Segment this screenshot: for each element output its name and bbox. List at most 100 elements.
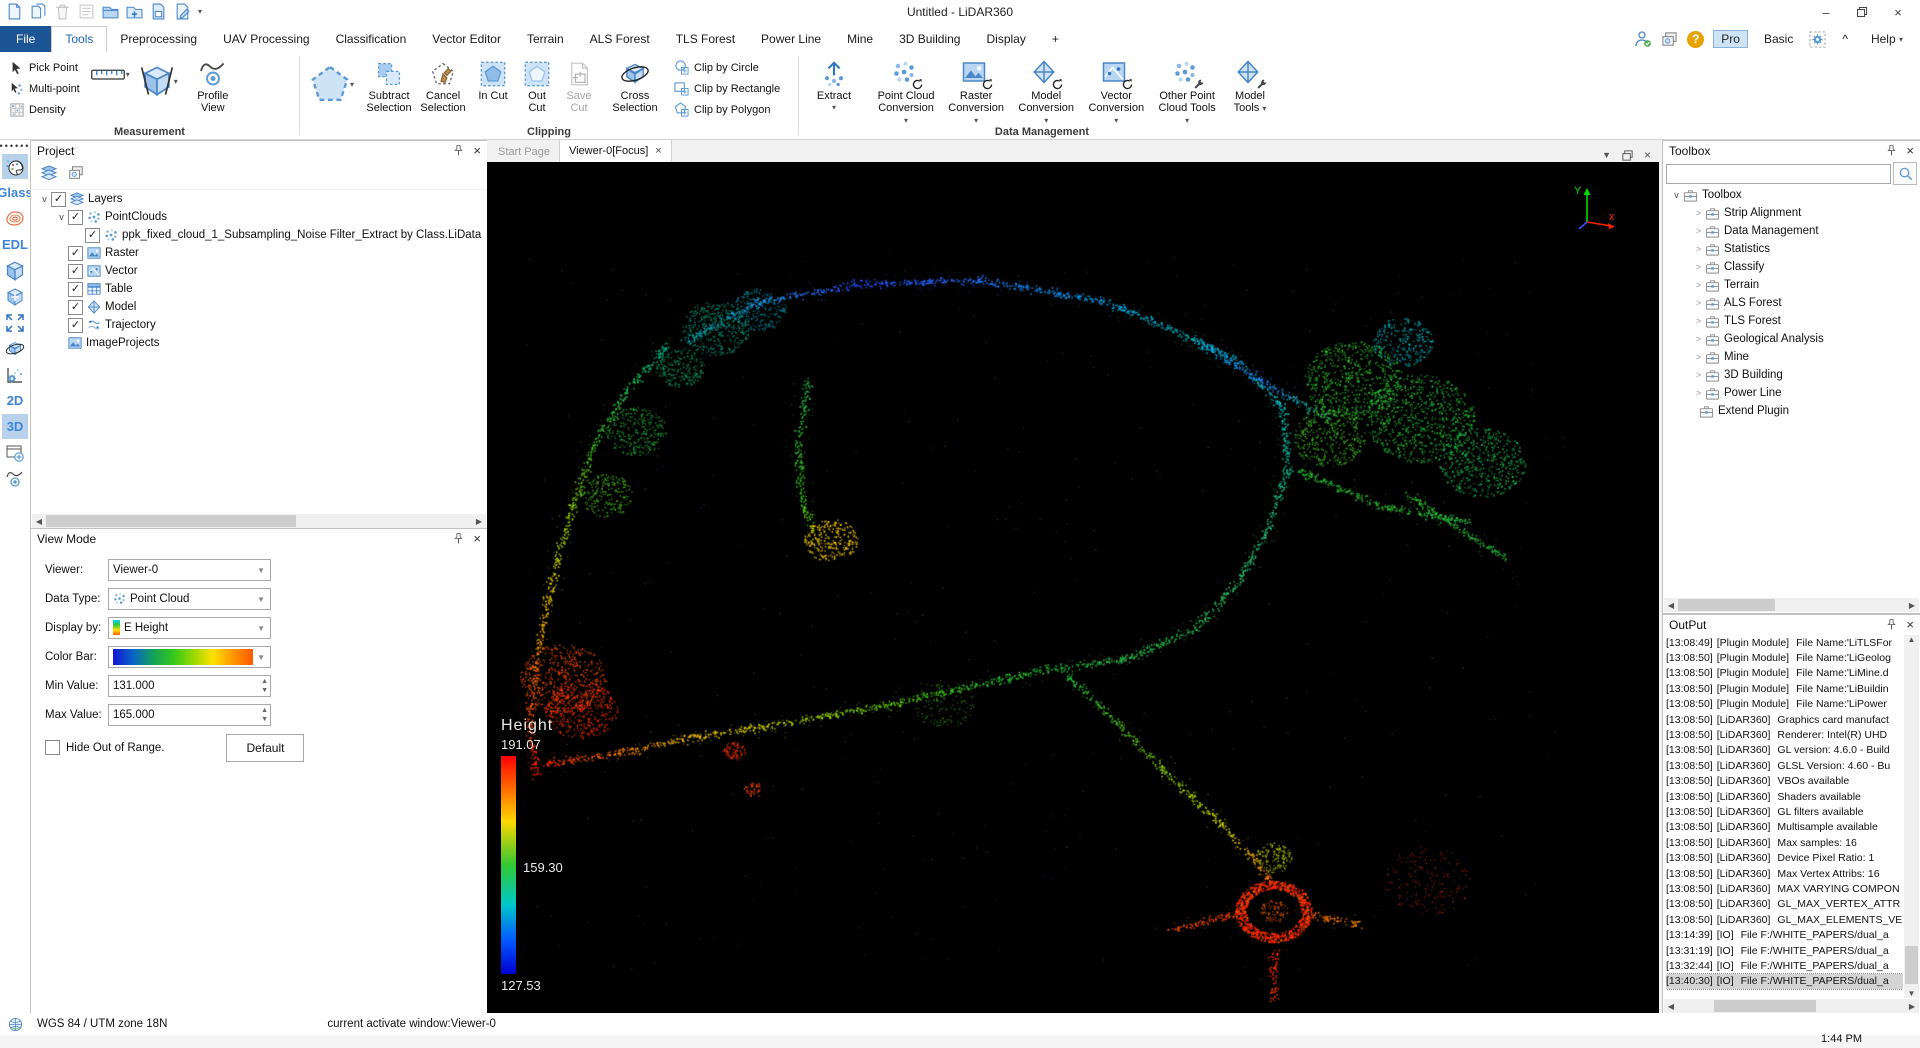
scroll-right-icon[interactable]: ▶ bbox=[472, 517, 486, 526]
profile-view-button[interactable]: ProfileView bbox=[186, 56, 240, 114]
visibility-checkbox[interactable]: ✓ bbox=[68, 264, 83, 279]
rail-drag-handle[interactable]: •••••• bbox=[0, 142, 30, 150]
user-account-icon[interactable] bbox=[1634, 30, 1652, 48]
other-point-cloud-tools-button[interactable]: Other Point​Cloud Tools ▾ bbox=[1151, 56, 1223, 127]
ribbon-tab-tools[interactable]: Tools bbox=[51, 26, 107, 52]
ribbon-tab-tls-forest[interactable]: TLS Forest bbox=[663, 27, 748, 52]
output-log-row[interactable]: [13:08:50][LiDAR360]MAX VARYING COMPON bbox=[1666, 881, 1903, 896]
viewer-select[interactable]: Viewer-0▼ bbox=[108, 559, 271, 581]
density-button[interactable]: Density bbox=[8, 101, 82, 118]
project-tree-row[interactable]: ✓ppk_fixed_cloud_1_Subsampling_Noise Fil… bbox=[32, 226, 486, 244]
about-icon[interactable]: ? bbox=[1687, 31, 1704, 48]
model-tools-button[interactable]: Model​Tools ▾ bbox=[1223, 56, 1277, 115]
output-log-row[interactable]: [13:08:50][LiDAR360]Multisample availabl… bbox=[1666, 820, 1903, 835]
float-window-icon[interactable] bbox=[1621, 149, 1634, 162]
clip-by-circle-button[interactable]: Clip by Circle bbox=[672, 59, 782, 76]
output-log-row[interactable]: [13:08:50][LiDAR360]GLSL Version: 4.60 -… bbox=[1666, 758, 1903, 773]
expander-icon[interactable]: > bbox=[1692, 262, 1705, 272]
ribbon-tab-terrain[interactable]: Terrain bbox=[514, 27, 577, 52]
max-value-input[interactable]: 165.000▲▼ bbox=[108, 704, 271, 726]
expander-icon[interactable]: > bbox=[1692, 298, 1705, 308]
subtract-selection-button[interactable]: SubtractSelection bbox=[362, 56, 416, 114]
expander-icon[interactable]: v bbox=[1670, 190, 1683, 200]
visibility-checkbox[interactable]: ✓ bbox=[68, 210, 83, 225]
output-horizontal-scrollbar[interactable]: ◀ ▶ bbox=[1664, 999, 1919, 1013]
toolbox-tree-row[interactable]: >ALS Forest bbox=[1664, 294, 1919, 312]
ribbon-tab-mine[interactable]: Mine bbox=[834, 27, 886, 52]
expander-icon[interactable]: > bbox=[1692, 388, 1705, 398]
visibility-checkbox[interactable]: ✓ bbox=[68, 300, 83, 315]
pro-mode-button[interactable]: Pro bbox=[1713, 30, 1748, 48]
color-bar-select[interactable]: ▼ bbox=[108, 646, 271, 668]
visibility-checkbox[interactable]: ✓ bbox=[68, 246, 83, 261]
scrollbar-thumb[interactable] bbox=[1678, 599, 1775, 611]
toolbox-tree-row[interactable]: Extend Plugin bbox=[1664, 402, 1919, 420]
expander-icon[interactable]: > bbox=[1692, 244, 1705, 254]
visibility-checkbox[interactable]: ✓ bbox=[68, 282, 83, 297]
add-folder-button[interactable] bbox=[126, 3, 143, 20]
ribbon-tab-power-line[interactable]: Power Line bbox=[748, 27, 834, 52]
output-log-row[interactable]: [13:08:50][Plugin Module]File Name:'LiBu… bbox=[1666, 681, 1903, 696]
rail-item-glass[interactable]: Glass bbox=[2, 180, 28, 205]
rail-item-points-gear[interactable] bbox=[2, 362, 28, 387]
expander-icon[interactable]: > bbox=[1692, 208, 1705, 218]
vector-conversion-button[interactable]: Vector​Conversion ▾ bbox=[1081, 56, 1151, 127]
save-file-button[interactable] bbox=[150, 3, 167, 20]
rail-item-rotate-cube[interactable] bbox=[2, 336, 28, 361]
expander-icon[interactable]: > bbox=[1692, 352, 1705, 362]
project-tree-row[interactable]: ✓Vector bbox=[32, 262, 486, 280]
toolbox-tree-row[interactable]: >Mine bbox=[1664, 348, 1919, 366]
license-manager-icon[interactable] bbox=[1661, 31, 1678, 48]
scroll-down-icon[interactable]: ▼ bbox=[1905, 989, 1919, 998]
output-log-row[interactable]: [13:08:50][Plugin Module]File Name:'LiGe… bbox=[1666, 650, 1903, 665]
ribbon-tab-als-forest[interactable]: ALS Forest bbox=[577, 27, 663, 52]
clip-by-polygon-button[interactable]: Clip by Polygon bbox=[672, 101, 782, 118]
output-log-row[interactable]: [13:08:50][LiDAR360]GL_MAX_VERTEX_ATTR bbox=[1666, 897, 1903, 912]
output-log-row[interactable]: [13:08:50][LiDAR360]GL_MAX_ELEMENTS_VE bbox=[1666, 912, 1903, 927]
output-log-row[interactable]: [13:40:30][IO]File F:/WHITE_PAPERS/dual_… bbox=[1666, 974, 1903, 989]
tab-list-icon[interactable]: ▼ bbox=[1602, 150, 1611, 160]
scrollbar-thumb[interactable] bbox=[46, 515, 296, 527]
ribbon-tab-file[interactable]: File bbox=[0, 26, 51, 52]
expander-icon[interactable]: v bbox=[38, 194, 51, 204]
ribbon-tab--[interactable]: + bbox=[1039, 27, 1072, 52]
help-menu[interactable]: Help ▾ bbox=[1864, 31, 1910, 47]
ribbon-tab-vector-editor[interactable]: Vector Editor bbox=[419, 27, 514, 52]
rail-item-profile-view[interactable] bbox=[2, 466, 28, 491]
close-button[interactable]: × bbox=[1880, 0, 1916, 24]
pin-icon[interactable] bbox=[452, 532, 465, 545]
output-log-row[interactable]: [13:08:50][Plugin Module]File Name:'LiMi… bbox=[1666, 666, 1903, 681]
point-cloud-canvas[interactable] bbox=[487, 162, 1659, 1013]
expander-icon[interactable]: > bbox=[1692, 316, 1705, 326]
close-tab-icon[interactable]: × bbox=[655, 145, 661, 157]
toolbox-tree-row[interactable]: >3D Building bbox=[1664, 366, 1919, 384]
customize-toolbar-icon[interactable]: ▾ bbox=[198, 7, 202, 16]
settings-icon[interactable] bbox=[1809, 31, 1826, 48]
close-icon[interactable]: × bbox=[1906, 143, 1914, 158]
ribbon-tab-classification[interactable]: Classification bbox=[323, 27, 420, 52]
edit-file-button[interactable] bbox=[174, 3, 191, 20]
search-button[interactable] bbox=[1893, 162, 1917, 185]
basic-mode-button[interactable]: Basic bbox=[1757, 31, 1800, 47]
toolbox-tree-row[interactable]: >Geological Analysis bbox=[1664, 330, 1919, 348]
raster-conversion-button[interactable]: Raster​Conversion ▾ bbox=[941, 56, 1011, 127]
output-log-row[interactable]: [13:08:50][LiDAR360]Device Pixel Ratio: … bbox=[1666, 850, 1903, 865]
toolbox-tree-row[interactable]: >Power Line bbox=[1664, 384, 1919, 402]
rail-item-3d[interactable]: 3D bbox=[2, 414, 28, 439]
output-log-row[interactable]: [13:08:49][Plugin Module]File Name:'LiTL… bbox=[1666, 635, 1903, 650]
new-file-button[interactable] bbox=[6, 3, 23, 20]
rail-item-2d[interactable]: 2D bbox=[2, 388, 28, 413]
visibility-checkbox[interactable]: ✓ bbox=[85, 228, 100, 243]
expander-icon[interactable]: > bbox=[1692, 226, 1705, 236]
pick-point-button[interactable]: Pick Point bbox=[8, 59, 82, 76]
delete-button[interactable] bbox=[54, 3, 71, 20]
visibility-checkbox[interactable]: ✓ bbox=[51, 192, 66, 207]
rail-item-contour[interactable] bbox=[2, 206, 28, 231]
display-by-select[interactable]: E Height▼ bbox=[108, 617, 271, 639]
spinner-icons[interactable]: ▲▼ bbox=[261, 677, 268, 695]
toolbox-tree-row[interactable]: >Classify bbox=[1664, 258, 1919, 276]
tab-start-page[interactable]: Start Page bbox=[489, 141, 559, 162]
toolbox-tree-row[interactable]: >Data Management bbox=[1664, 222, 1919, 240]
rail-item-expand-arrows[interactable] bbox=[2, 310, 28, 335]
project-tree-row[interactable]: v✓Layers bbox=[32, 190, 486, 208]
